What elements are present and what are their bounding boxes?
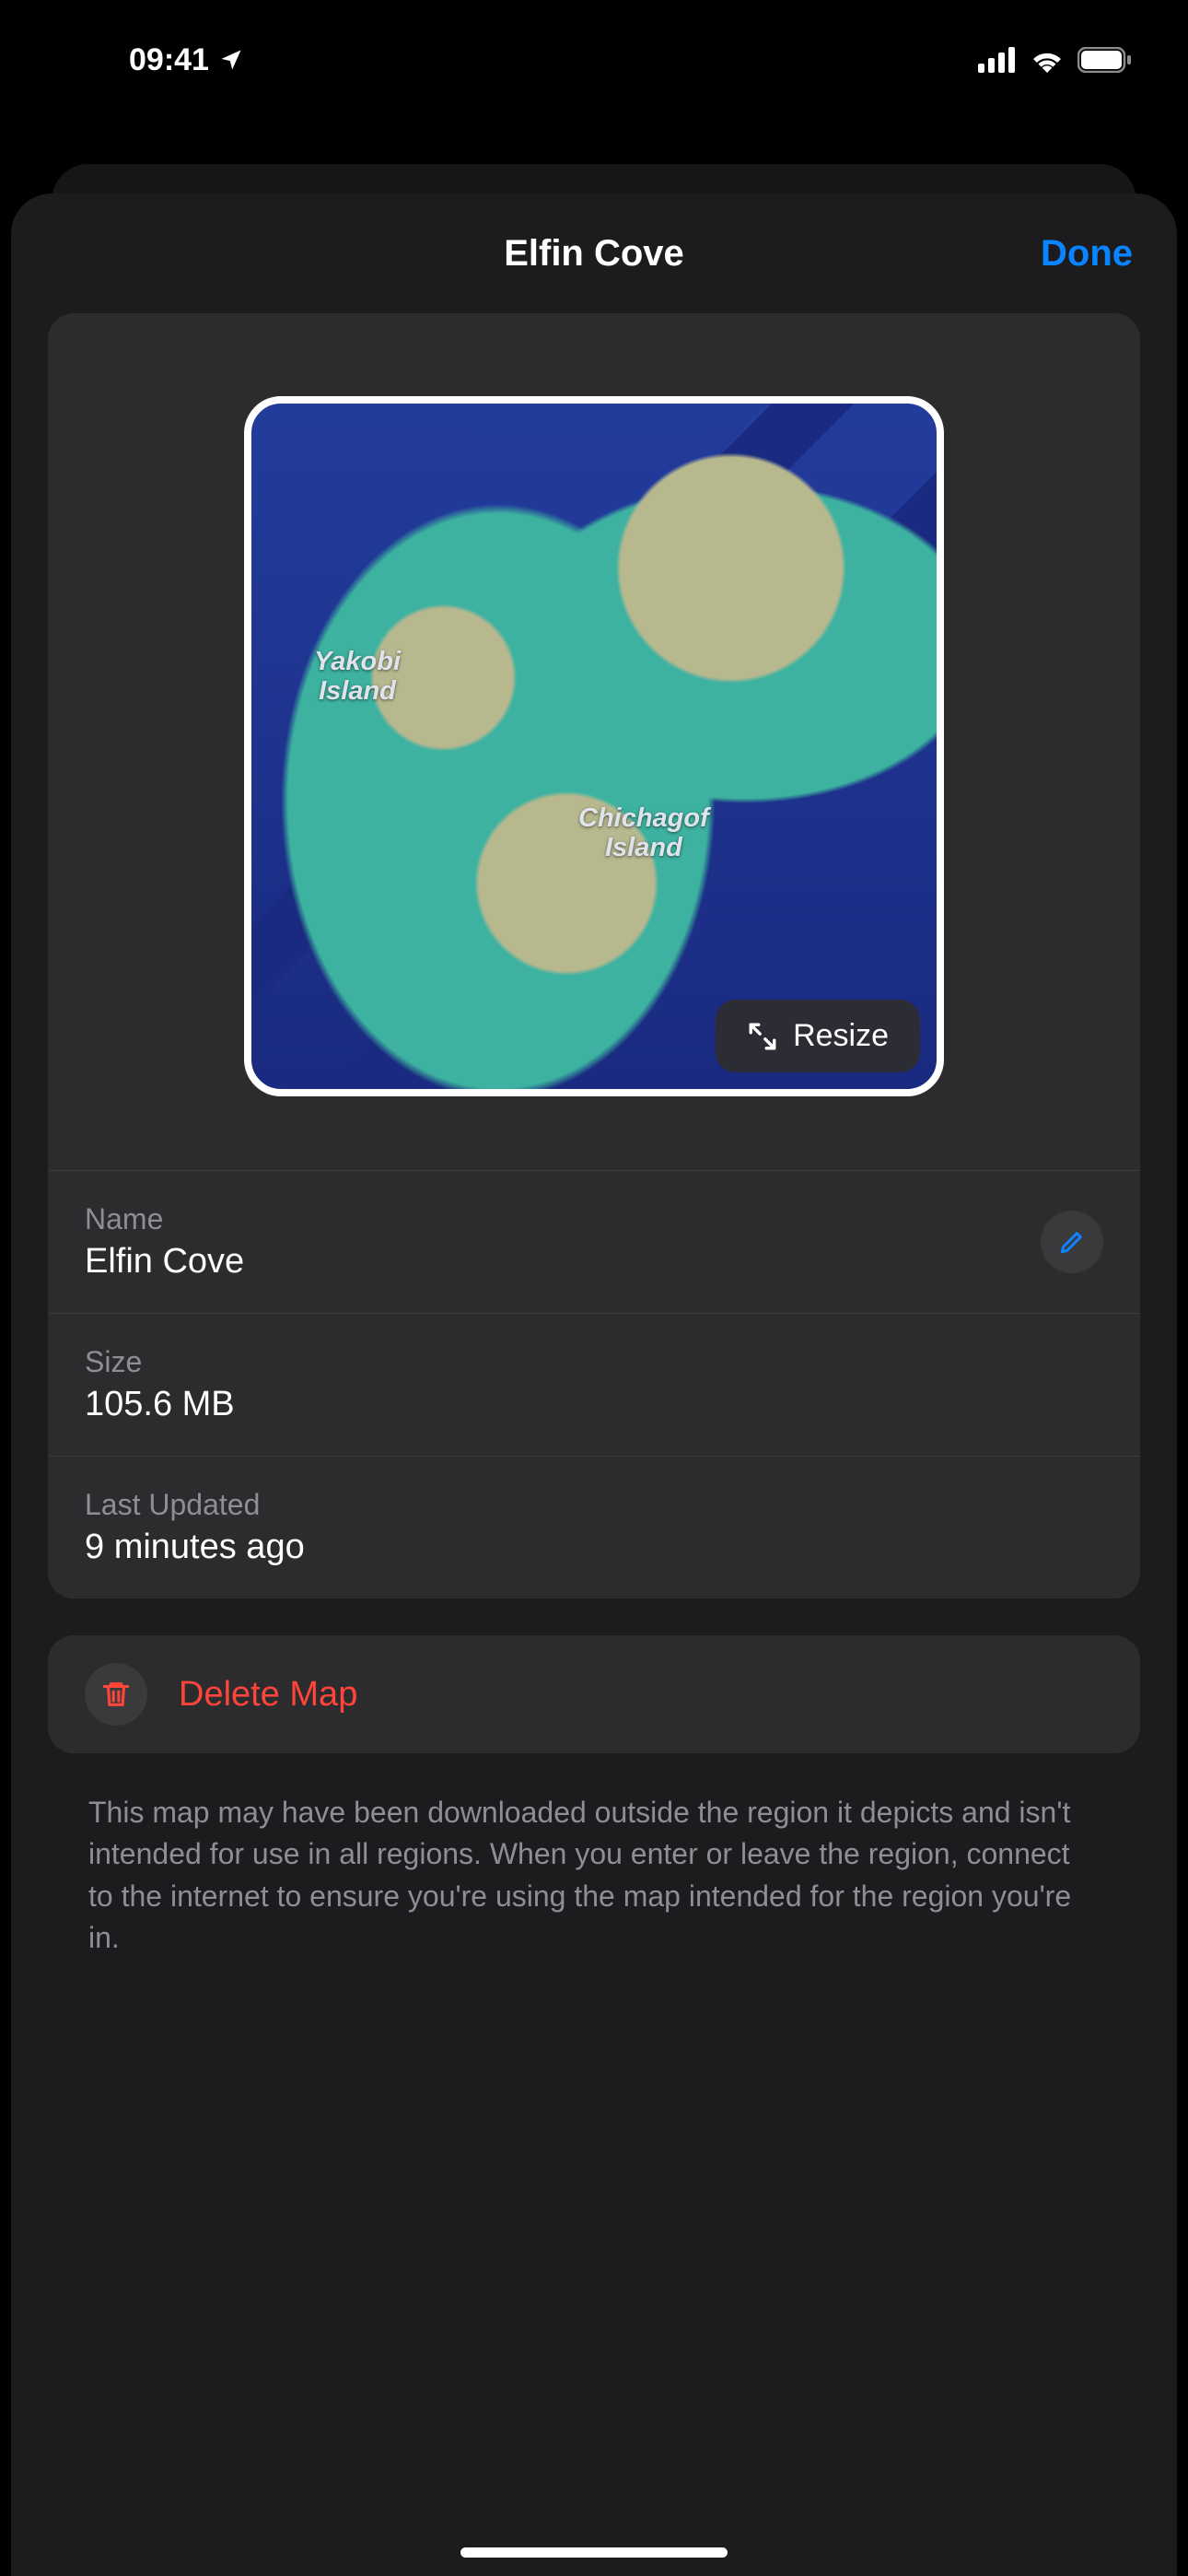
resize-button[interactable]: Resize [716, 1000, 920, 1072]
map-label-chichagof-line2: Island [605, 833, 682, 862]
map-label-yakobi-line2: Island [319, 676, 396, 706]
map-preview[interactable]: Yakobi Island Chichagof Island Resize [244, 396, 944, 1096]
delete-map-button[interactable]: Delete Map [48, 1635, 1140, 1753]
pencil-icon [1057, 1227, 1087, 1257]
location-icon [218, 47, 244, 73]
cellular-icon [978, 47, 1017, 73]
trash-icon [100, 1679, 132, 1710]
updated-value: 9 minutes ago [85, 1528, 305, 1567]
updated-label: Last Updated [85, 1488, 305, 1522]
detail-sheet: Elfin Cove Done Yakobi Island Chichagof … [11, 193, 1177, 2576]
map-preview-container: Yakobi Island Chichagof Island Resize [48, 313, 1140, 1170]
size-value: 105.6 MB [85, 1385, 235, 1424]
edit-name-button[interactable] [1041, 1211, 1103, 1273]
done-button[interactable]: Done [1041, 193, 1133, 313]
delete-icon-wrap [85, 1663, 147, 1726]
sheet-header: Elfin Cove Done [11, 193, 1177, 313]
resize-label: Resize [793, 1018, 889, 1054]
status-bar: 09:41 [0, 0, 1188, 120]
sheet-title: Elfin Cove [504, 233, 684, 275]
map-label-chichagof: Chichagof Island [578, 804, 709, 863]
status-time-group: 09:41 [129, 42, 244, 78]
status-time: 09:41 [129, 42, 209, 78]
footer-note: This map may have been downloaded outsid… [48, 1753, 1140, 1960]
wifi-icon [1030, 47, 1065, 73]
map-label-yakobi-line1: Yakobi [314, 647, 401, 676]
delete-label: Delete Map [179, 1675, 357, 1715]
status-icons [978, 47, 1133, 73]
name-label: Name [85, 1202, 244, 1236]
map-card: Yakobi Island Chichagof Island Resize [48, 313, 1140, 1598]
updated-row: Last Updated 9 minutes ago [48, 1456, 1140, 1598]
name-value: Elfin Cove [85, 1242, 244, 1282]
map-label-yakobi: Yakobi Island [314, 648, 401, 707]
home-indicator[interactable] [460, 2547, 728, 2558]
size-row: Size 105.6 MB [48, 1313, 1140, 1456]
map-label-chichagof-line1: Chichagof [578, 803, 709, 833]
battery-icon [1077, 47, 1133, 73]
name-row[interactable]: Name Elfin Cove [48, 1170, 1140, 1313]
resize-icon [747, 1021, 778, 1052]
size-label: Size [85, 1345, 235, 1379]
